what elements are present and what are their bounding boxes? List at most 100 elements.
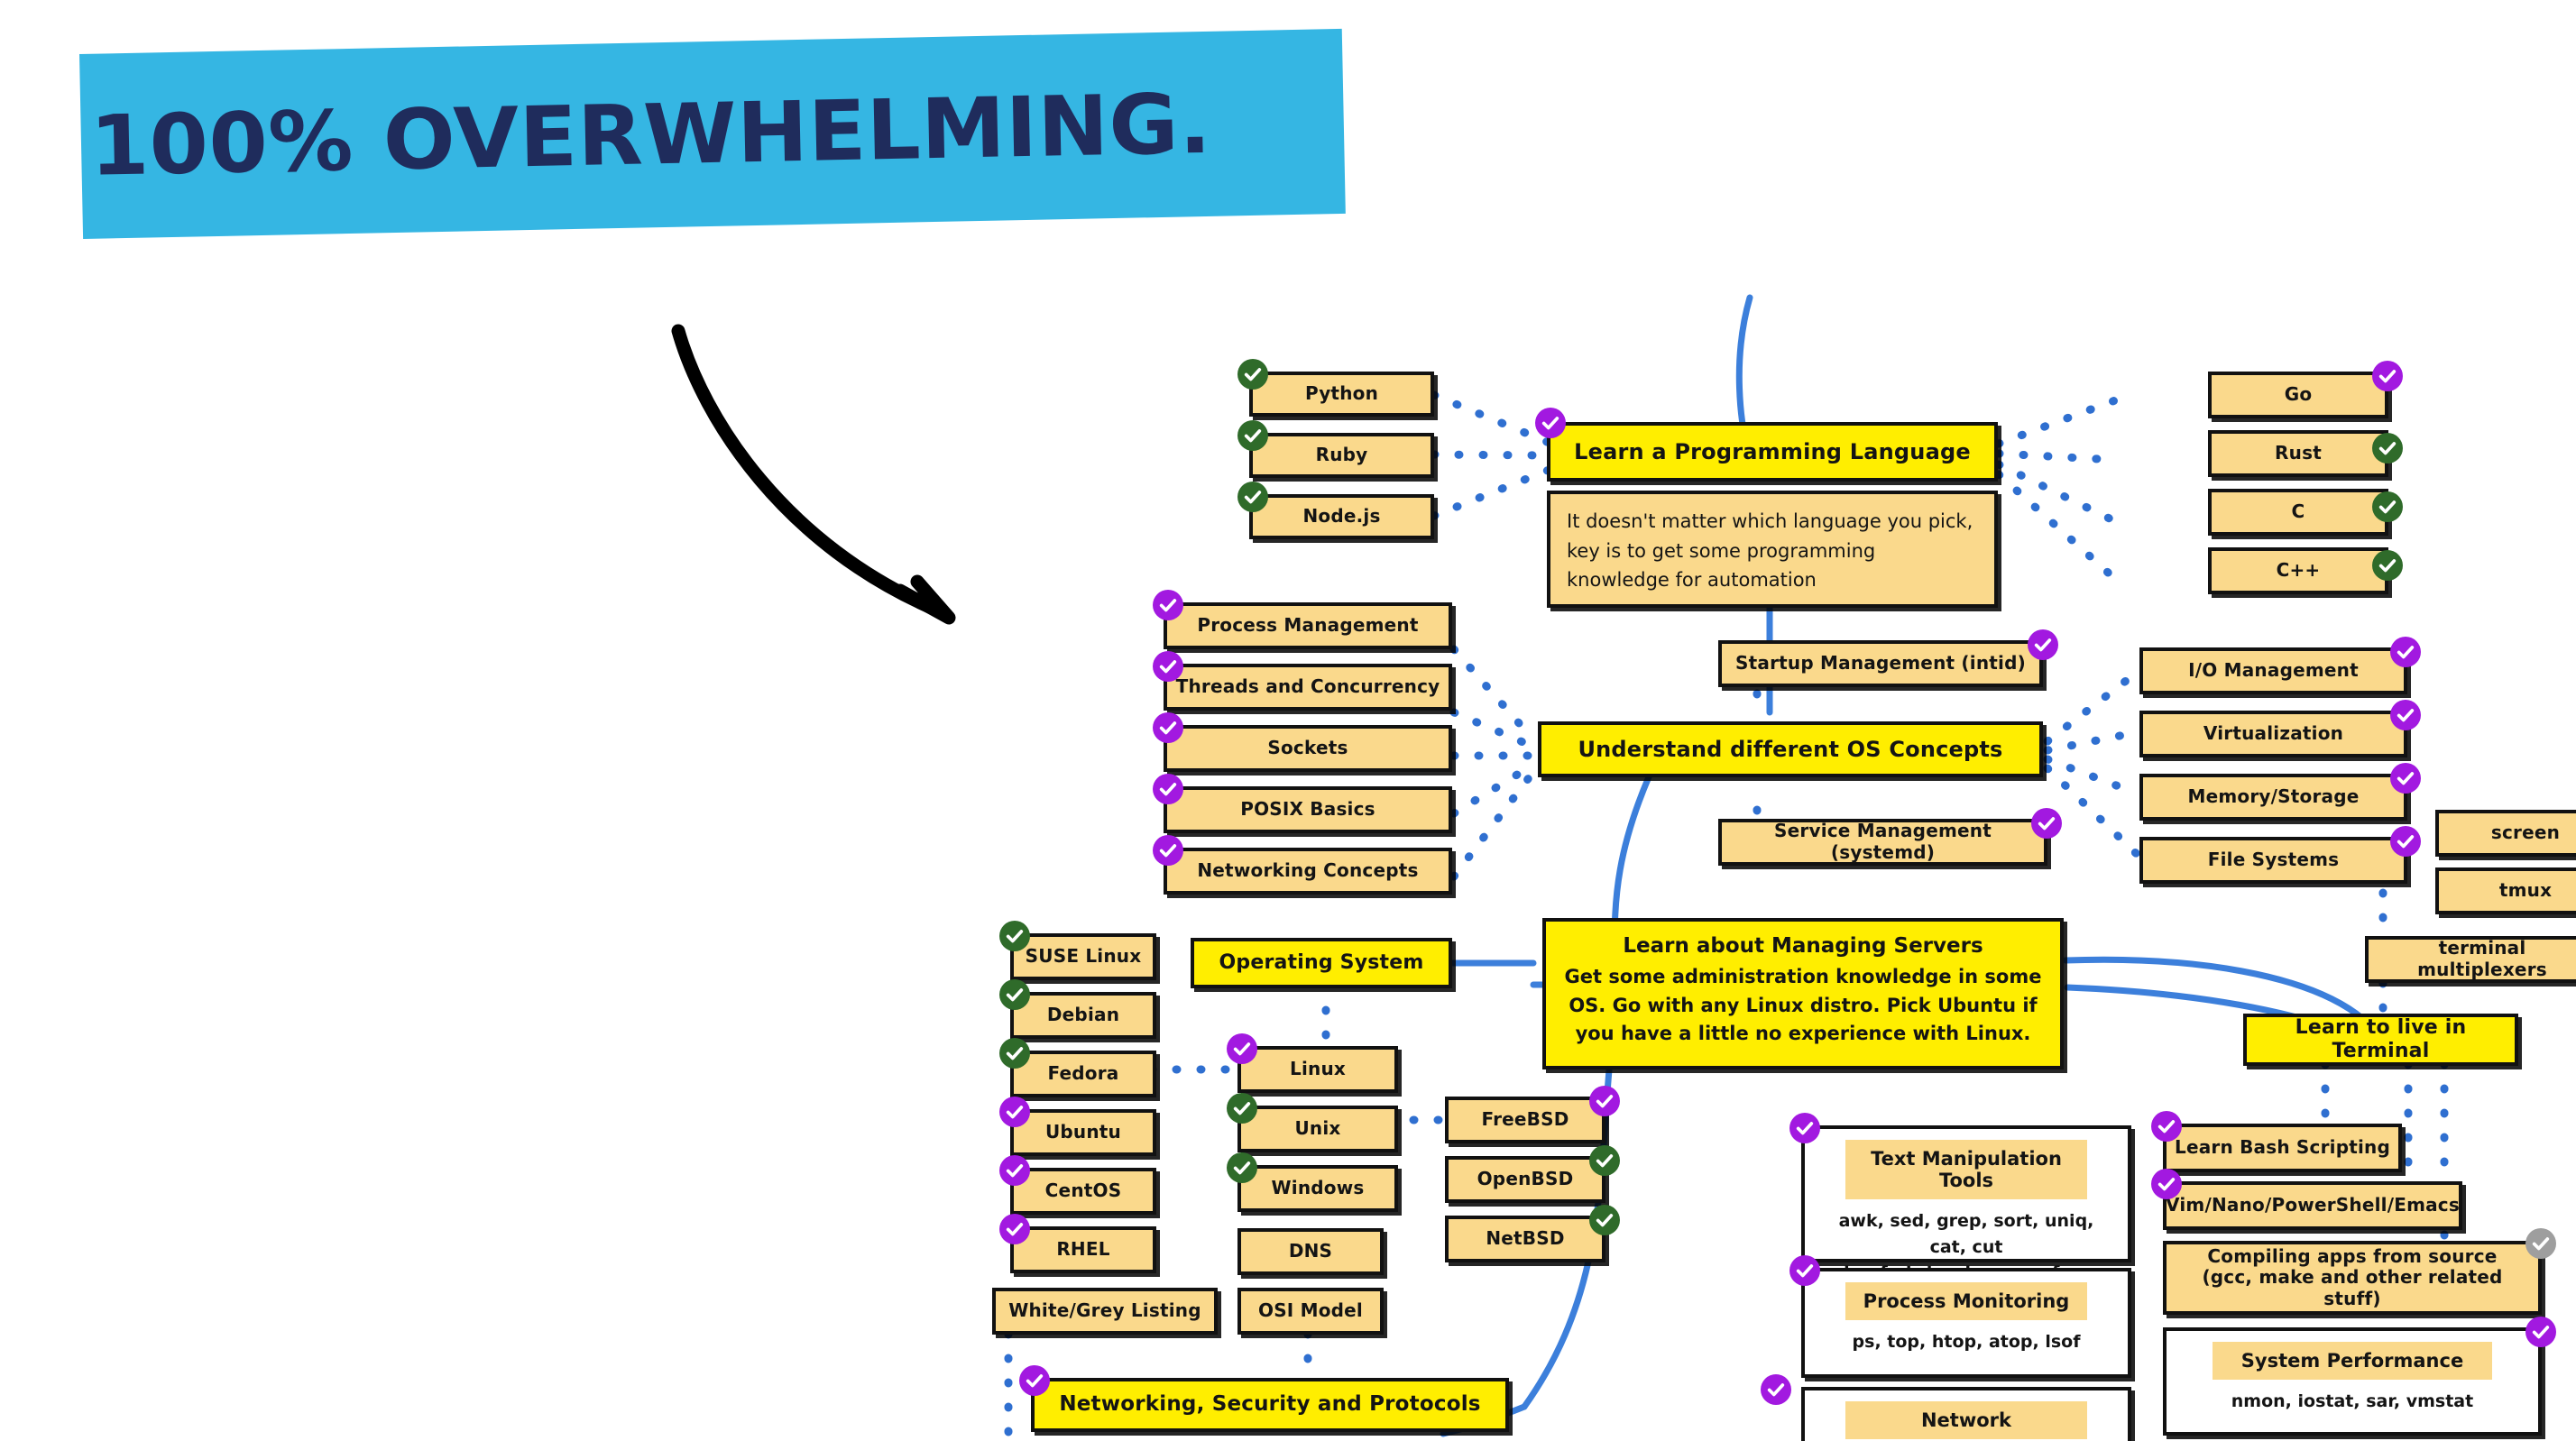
node-learn-managing-servers[interactable]: Learn about Managing Servers Get some ad… [1542, 918, 2064, 1069]
node-openbsd[interactable]: OpenBSD [1445, 1156, 1605, 1203]
status-badge-green-cpp [2372, 550, 2403, 581]
node-threads-and-concurrency[interactable]: Threads and Concurrency [1164, 664, 1452, 711]
headline-text: 100% OVERWHELMING. [88, 75, 1213, 195]
card-head-text-manipulation: Text Manipulation Tools [1845, 1140, 2088, 1199]
status-badge-green-debian [999, 979, 1030, 1010]
status-badge-green-python [1237, 359, 1268, 390]
node-netbsd[interactable]: NetBSD [1445, 1216, 1605, 1262]
card-process-monitoring[interactable]: Process Monitoring ps, top, htop, atop, … [1801, 1268, 2131, 1378]
status-badge-purple-networking-security [1019, 1365, 1050, 1396]
status-badge-purple-linux [1227, 1033, 1257, 1064]
node-networking-concepts[interactable]: Networking Concepts [1164, 848, 1452, 895]
node-unix[interactable]: Unix [1237, 1106, 1398, 1152]
status-badge-purple-sockets [1153, 712, 1183, 743]
card-network[interactable]: Network [1801, 1387, 2131, 1441]
status-badge-purple-ubuntu [999, 1097, 1030, 1127]
card-head-system-performance: System Performance [2213, 1342, 2492, 1380]
node-learn-programming-language[interactable]: Learn a Programming Language [1547, 422, 1998, 482]
status-badge-purple-rhel [999, 1214, 1030, 1244]
node-go[interactable]: Go [2208, 372, 2388, 418]
status-badge-purple-threads [1153, 651, 1183, 682]
status-badge-purple-posix [1153, 774, 1183, 804]
node-learn-to-live-in-terminal[interactable]: Learn to live in Terminal [2243, 1014, 2518, 1066]
node-compiling-apps-from-source[interactable]: Compiling apps from source (gcc, make an… [2163, 1241, 2542, 1315]
node-dns[interactable]: DNS [1237, 1228, 1384, 1275]
node-io-management[interactable]: I/O Management [2139, 647, 2407, 694]
status-badge-purple-bash-scripting [2151, 1111, 2182, 1142]
node-rust[interactable]: Rust [2208, 430, 2388, 477]
node-rhel[interactable]: RHEL [1010, 1226, 1156, 1273]
status-badge-purple-startup-management [2028, 629, 2058, 660]
status-badge-green-windows [1227, 1152, 1257, 1183]
status-badge-purple-virtualization [2390, 700, 2421, 730]
node-freebsd[interactable]: FreeBSD [1445, 1097, 1605, 1143]
status-badge-purple-freebsd [1589, 1086, 1620, 1116]
status-badge-green-fedora [999, 1038, 1030, 1069]
card-system-performance[interactable]: System Performance nmon, iostat, sar, vm… [2163, 1327, 2542, 1436]
node-memory-storage[interactable]: Memory/Storage [2139, 774, 2407, 821]
status-badge-grey-compiling-apps [2525, 1228, 2556, 1259]
node-fedora[interactable]: Fedora [1010, 1051, 1156, 1097]
node-startup-management[interactable]: Startup Management (intid) [1718, 640, 2043, 687]
node-editors[interactable]: Vim/Nano/PowerShell/Emacs [2163, 1181, 2462, 1230]
headline-banner: 100% OVERWHELMING. [79, 28, 1346, 239]
node-terminal-multiplexers[interactable]: terminal multiplexers [2365, 936, 2576, 983]
node-networking-security-protocols[interactable]: Networking, Security and Protocols [1031, 1378, 1509, 1432]
status-badge-purple-networking-concepts [1153, 835, 1183, 866]
status-badge-green-rust [2372, 433, 2403, 464]
status-badge-purple-file-systems [2390, 826, 2421, 857]
managing-servers-title: Learn about Managing Servers [1623, 934, 1983, 958]
node-virtualization[interactable]: Virtualization [2139, 711, 2407, 757]
status-badge-purple-system-performance [2525, 1317, 2556, 1347]
node-ubuntu[interactable]: Ubuntu [1010, 1109, 1156, 1156]
status-badge-purple-service-management [2031, 808, 2062, 839]
card-text-manipulation-tools[interactable]: Text Manipulation Tools awk, sed, grep, … [1801, 1125, 2131, 1308]
status-badge-green-c [2372, 491, 2403, 522]
status-badge-green-netbsd [1589, 1205, 1620, 1235]
node-debian[interactable]: Debian [1010, 992, 1156, 1039]
node-osi-model[interactable]: OSI Model [1237, 1288, 1384, 1335]
card-head-network: Network [1845, 1401, 2088, 1439]
status-badge-green-unix [1227, 1093, 1257, 1124]
card-body-process-monitoring: ps, top, htop, atop, lsof [1852, 1332, 2081, 1352]
node-c[interactable]: C [2208, 489, 2388, 536]
note-programming-language: It doesn't matter which language you pic… [1547, 491, 1998, 608]
managing-servers-note: Get some administration knowledge in som… [1564, 966, 2042, 1044]
node-white-grey-listing[interactable]: White/Grey Listing [992, 1288, 1218, 1335]
node-service-management[interactable]: Service Management (systemd) [1718, 819, 2047, 866]
status-badge-purple-network [1761, 1374, 1791, 1405]
node-posix-basics[interactable]: POSIX Basics [1164, 786, 1452, 833]
status-badge-purple-text-manipulation [1789, 1113, 1820, 1143]
node-cpp[interactable]: C++ [2208, 547, 2388, 594]
node-centos[interactable]: CentOS [1010, 1168, 1156, 1215]
status-badge-purple-programming-language [1535, 408, 1566, 438]
node-python[interactable]: Python [1249, 372, 1434, 417]
status-badge-green-openbsd [1589, 1145, 1620, 1176]
status-badge-purple-centos [999, 1155, 1030, 1186]
status-badge-purple-memory-storage [2390, 763, 2421, 794]
node-sockets[interactable]: Sockets [1164, 725, 1452, 772]
node-ruby[interactable]: Ruby [1249, 433, 1434, 478]
node-windows[interactable]: Windows [1237, 1165, 1398, 1212]
card-head-process-monitoring: Process Monitoring [1845, 1282, 2088, 1320]
node-tmux[interactable]: tmux [2435, 867, 2576, 914]
status-badge-green-suse [999, 921, 1030, 951]
node-operating-system[interactable]: Operating System [1191, 938, 1452, 988]
node-understand-os-concepts[interactable]: Understand different OS Concepts [1538, 721, 2043, 777]
node-file-systems[interactable]: File Systems [2139, 837, 2407, 884]
status-badge-green-ruby [1237, 420, 1268, 451]
status-badge-purple-process-monitoring [1789, 1255, 1820, 1286]
status-badge-purple-io-management [2390, 637, 2421, 667]
status-badge-purple-editors [2151, 1169, 2182, 1199]
node-suse-linux[interactable]: SUSE Linux [1010, 933, 1156, 980]
node-learn-bash-scripting[interactable]: Learn Bash Scripting [2163, 1124, 2402, 1172]
status-badge-green-nodejs [1237, 482, 1268, 512]
node-screen[interactable]: screen [2435, 810, 2576, 857]
status-badge-purple-go [2372, 361, 2403, 391]
slide-canvas: 100% OVERWHELMING. Python Ruby Node.js L… [0, 0, 2576, 1441]
node-nodejs[interactable]: Node.js [1249, 494, 1434, 539]
node-linux[interactable]: Linux [1237, 1046, 1398, 1093]
status-badge-purple-process-management [1153, 590, 1183, 620]
card-body-system-performance: nmon, iostat, sar, vmstat [2231, 1391, 2474, 1411]
node-process-management[interactable]: Process Management [1164, 602, 1452, 649]
